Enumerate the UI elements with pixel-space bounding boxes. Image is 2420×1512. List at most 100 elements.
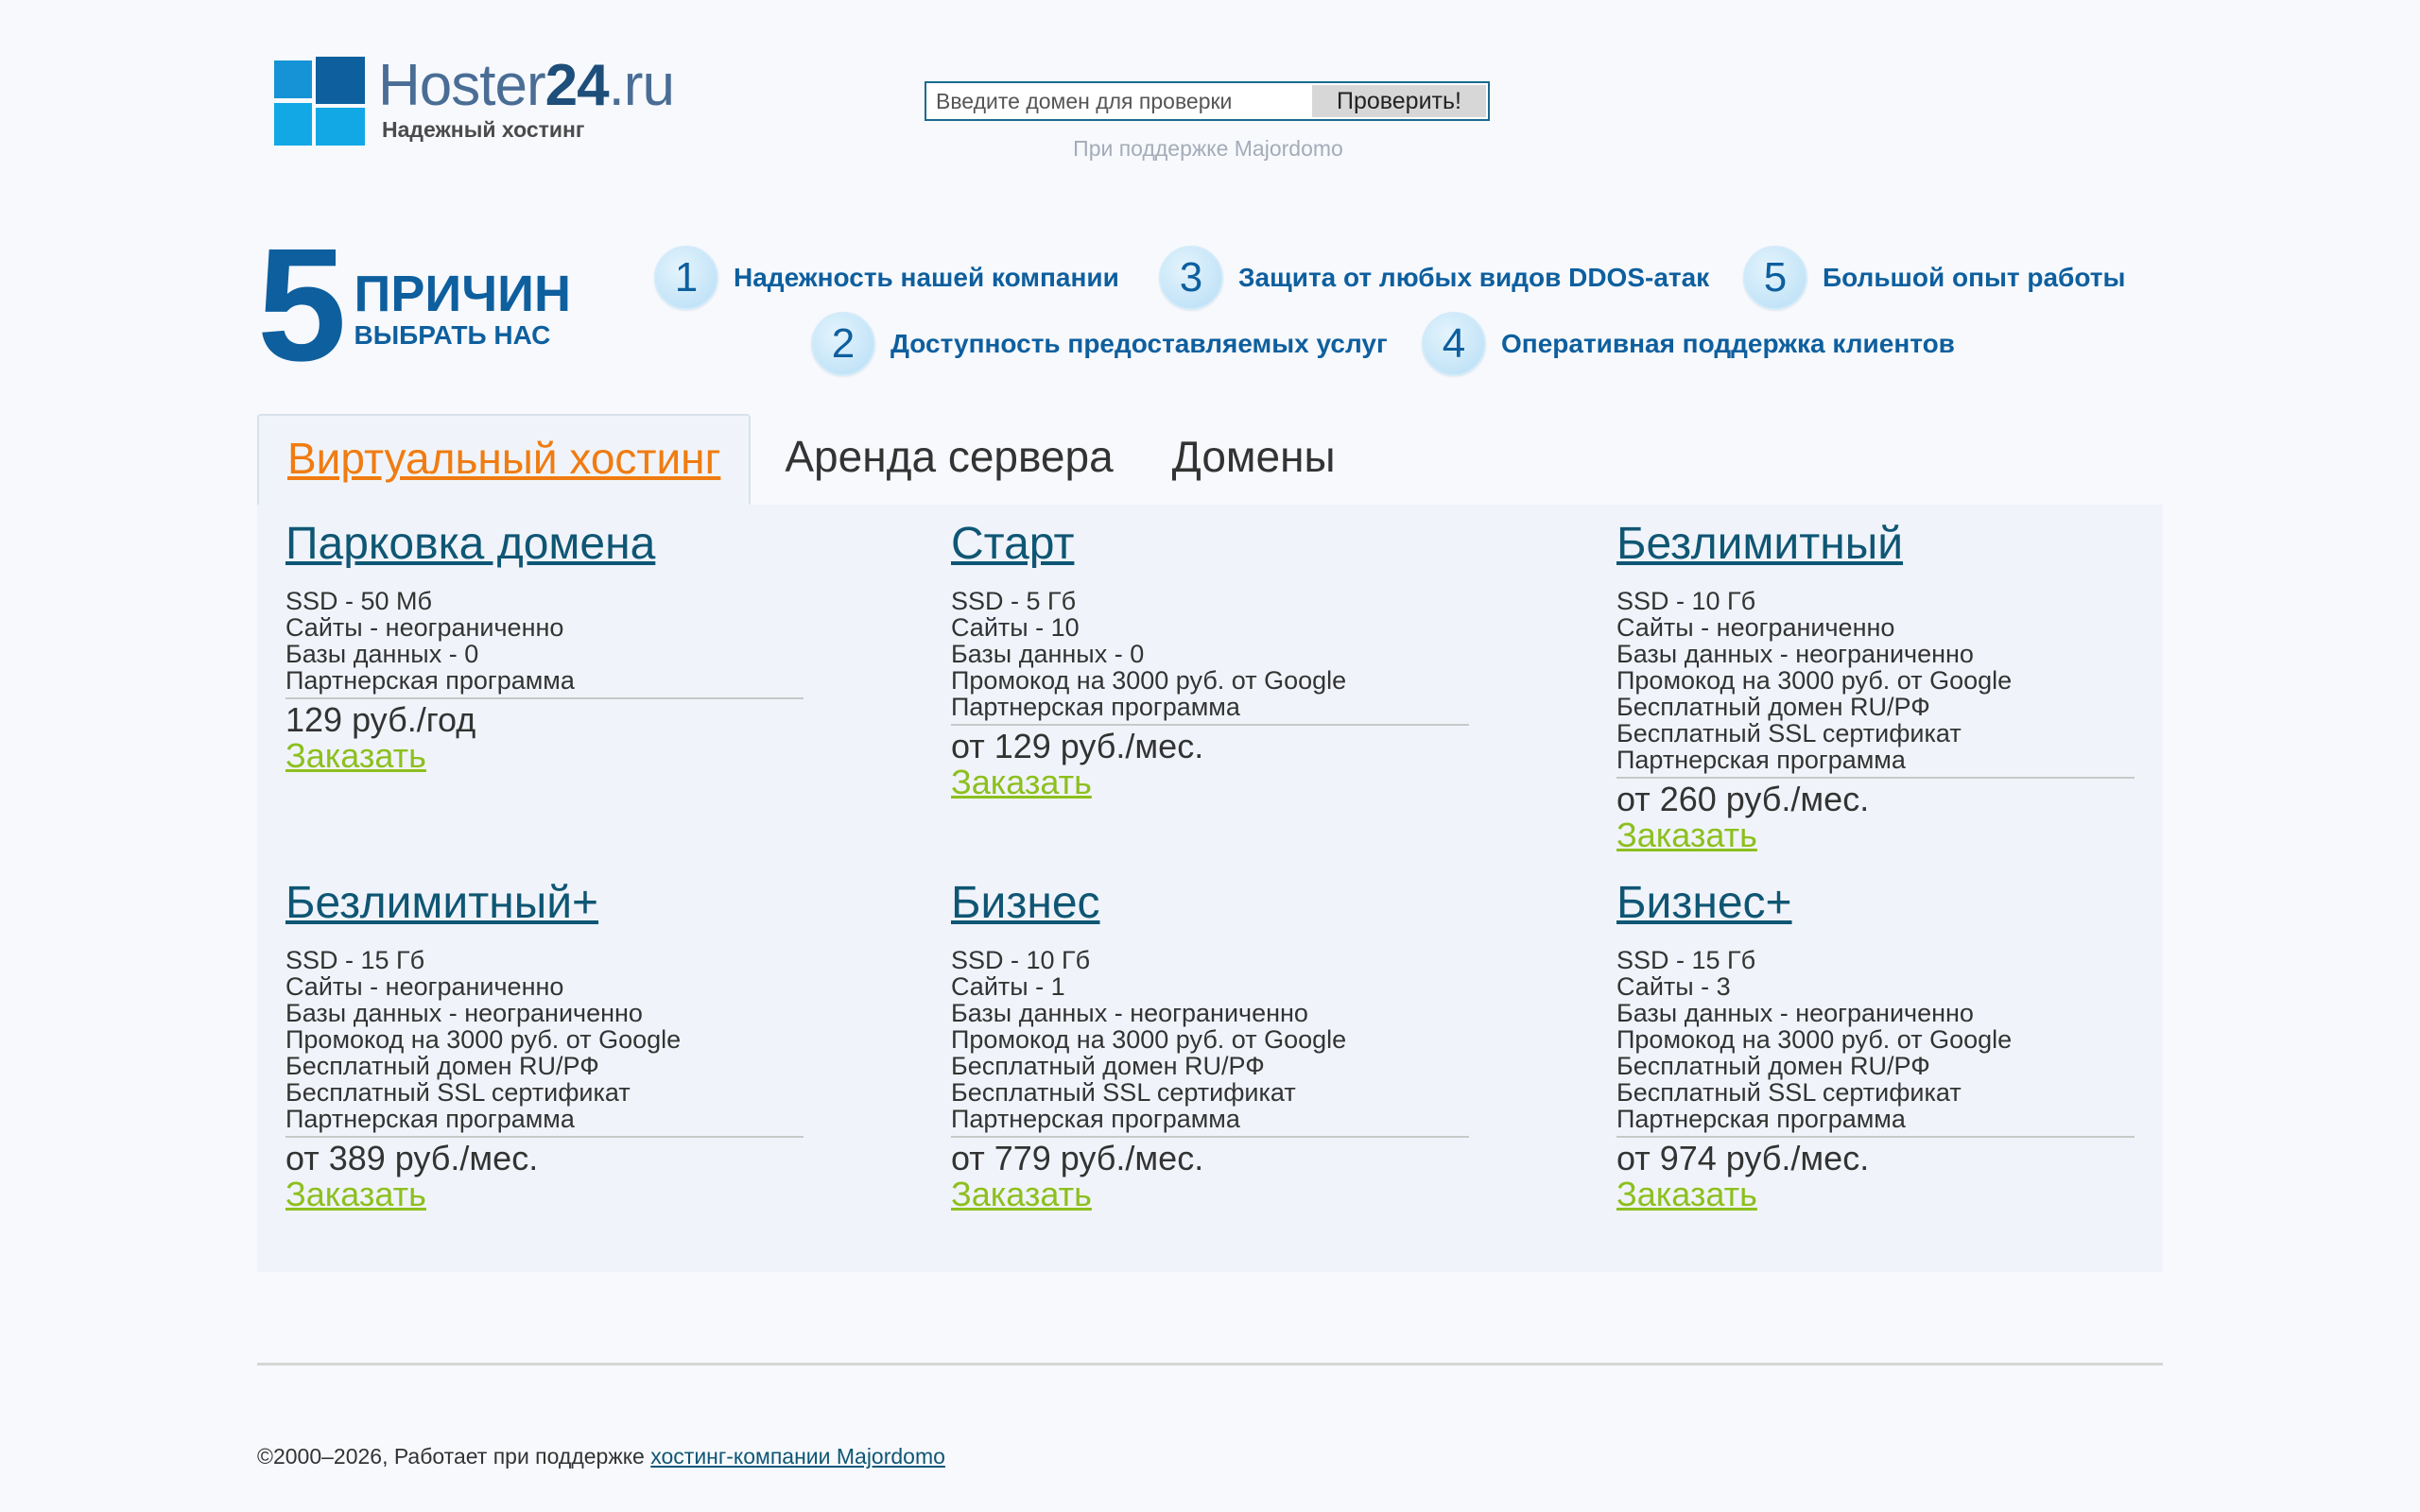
plan-feature: Сайты - 1 (951, 972, 1065, 1001)
plans-panel: Парковка домена SSD - 50 Мб Сайты - неог… (257, 505, 2163, 1272)
plan-feature: Партнерская программа (951, 1105, 1240, 1133)
divider (285, 1136, 804, 1138)
tab-server-rent[interactable]: Аренда сервера (751, 414, 1143, 507)
plan-feature: Базы данных - неограниченно (285, 999, 643, 1027)
number-1-icon: 1 (654, 246, 718, 310)
order-link[interactable]: Заказать (951, 1177, 1092, 1211)
plan-title-link[interactable]: Парковка домена (285, 522, 804, 567)
divider (1616, 777, 2135, 779)
plan-feature: Партнерская программа (1616, 746, 1906, 774)
plan-title-link[interactable]: Бизнес+ (1616, 881, 2135, 926)
plan-feature: SSD - 10 Гб (951, 946, 1091, 974)
domain-search-form: Проверить! (925, 81, 1490, 121)
divider (1616, 1136, 2135, 1138)
plan-feature: Сайты - неограниченно (285, 972, 564, 1001)
plan-card: Безлимитный SSD - 10 Гб Сайты - неограни… (1616, 522, 2135, 852)
plan-price: от 779 руб./мес. (951, 1139, 1204, 1177)
reason-text: Защита от любых видов DDOS-атак (1238, 263, 1710, 292)
plan-feature: Сайты - неограниченно (285, 613, 564, 642)
reasons-big-number: 5 (257, 215, 347, 395)
plan-card: Бизнес SSD - 10 Гб Сайты - 1 Базы данных… (951, 881, 1469, 1211)
plan-feature: Бесплатный SSL сертификат (1616, 1078, 1962, 1107)
divider (951, 724, 1469, 726)
number-4-icon: 4 (1422, 312, 1486, 376)
order-link[interactable]: Заказать (951, 765, 1092, 799)
reason-text: Надежность нашей компании (734, 263, 1119, 292)
plan-price: от 974 руб./мес. (1616, 1139, 1870, 1177)
logo-squares-icon (274, 57, 365, 147)
divider (951, 1136, 1469, 1138)
reason-item-3: 3 Защита от любых видов DDOS-атак (1159, 246, 1709, 310)
plan-price: 129 руб./год (285, 700, 476, 739)
support-note: При поддержке Majordomo (1073, 136, 1343, 161)
order-link[interactable]: Заказать (1616, 818, 1757, 852)
number-2-icon: 2 (811, 312, 875, 376)
plan-feature: Партнерская программа (285, 666, 575, 695)
plan-title-link[interactable]: Старт (951, 522, 1469, 567)
plan-title-link[interactable]: Безлимитный (1616, 522, 2135, 567)
plan-feature: Сайты - 10 (951, 613, 1080, 642)
service-tabs: Виртуальный хостинг Аренда сервера Домен… (257, 414, 1364, 507)
plan-card: Безлимитный+ SSD - 15 Гб Сайты - неогран… (285, 881, 804, 1211)
plan-feature: Сайты - 3 (1616, 972, 1731, 1001)
plan-title-link[interactable]: Безлимитный+ (285, 881, 804, 926)
plan-feature: Базы данных - 0 (951, 640, 1145, 668)
number-5-icon: 5 (1743, 246, 1807, 310)
reason-text: Оперативная поддержка клиентов (1501, 329, 1955, 358)
site-logo[interactable]: Hoster24.ru Надежный хостинг (274, 57, 675, 147)
tab-virtual-hosting[interactable]: Виртуальный хостинг (257, 414, 752, 507)
reason-text: Большой опыт работы (1823, 263, 2126, 292)
plan-feature: Партнерская программа (951, 693, 1240, 721)
reasons-badge: 5 ПРИЧИН ВЫБРАТЬ НАС (257, 215, 571, 395)
plan-feature: Базы данных - неограниченно (1616, 999, 1974, 1027)
plan-feature: Бесплатный домен RU/РФ (951, 1052, 1265, 1080)
plan-feature: Промокод на 3000 руб. от Google (1616, 666, 2013, 695)
plan-feature: Сайты - неограниченно (1616, 613, 1895, 642)
plan-feature: Партнерская программа (1616, 1105, 1906, 1133)
plan-features: SSD - 10 Гб Сайты - 1 Базы данных - неог… (951, 947, 1469, 1132)
divider (285, 697, 804, 699)
reasons-subtitle: ВЫБРАТЬ НАС (354, 319, 551, 350)
footer-divider (257, 1363, 2163, 1366)
plan-feature: Бесплатный SSL сертификат (951, 1078, 1296, 1107)
plan-feature: Бесплатный SSL сертификат (285, 1078, 631, 1107)
plan-feature: Базы данных - неограниченно (951, 999, 1308, 1027)
plan-feature: SSD - 15 Гб (1616, 946, 1756, 974)
reason-text: Доступность предоставляемых услуг (890, 329, 1388, 358)
order-link[interactable]: Заказать (285, 1177, 426, 1211)
check-domain-button[interactable]: Проверить! (1312, 85, 1486, 117)
plan-feature: Бесплатный SSL сертификат (1616, 719, 1962, 747)
reason-item-5: 5 Большой опыт работы (1743, 246, 2125, 310)
plan-feature: Бесплатный домен RU/РФ (1616, 1052, 1930, 1080)
plan-feature: SSD - 10 Гб (1616, 587, 1756, 615)
order-link[interactable]: Заказать (285, 739, 426, 773)
plan-feature: Промокод на 3000 руб. от Google (1616, 1025, 2013, 1054)
plan-title-link[interactable]: Бизнес (951, 881, 1469, 926)
reason-item-1: 1 Надежность нашей компании (654, 246, 1119, 310)
plan-feature: Базы данных - 0 (285, 640, 479, 668)
reason-item-2: 2 Доступность предоставляемых услуг (811, 312, 1388, 376)
number-3-icon: 3 (1159, 246, 1223, 310)
plan-card: Бизнес+ SSD - 15 Гб Сайты - 3 Базы данны… (1616, 881, 2135, 1211)
footer-copyright: ©2000–2026, Работает при поддержке (257, 1444, 651, 1469)
plan-features: SSD - 15 Гб Сайты - 3 Базы данных - неог… (1616, 947, 2135, 1132)
plan-feature: SSD - 15 Гб (285, 946, 425, 974)
reason-item-4: 4 Оперативная поддержка клиентов (1422, 312, 1955, 376)
plan-card: Парковка домена SSD - 50 Мб Сайты - неог… (285, 522, 804, 773)
plan-feature: SSD - 5 Гб (951, 587, 1077, 615)
plan-price: от 129 руб./мес. (951, 727, 1204, 765)
plan-feature: Промокод на 3000 руб. от Google (951, 1025, 1347, 1054)
plan-feature: Промокод на 3000 руб. от Google (951, 666, 1347, 695)
plan-features: SSD - 5 Гб Сайты - 10 Базы данных - 0 Пр… (951, 588, 1469, 720)
plan-feature: Бесплатный домен RU/РФ (1616, 693, 1930, 721)
order-link[interactable]: Заказать (1616, 1177, 1757, 1211)
plan-card: Старт SSD - 5 Гб Сайты - 10 Базы данных … (951, 522, 1469, 799)
tab-domains[interactable]: Домены (1144, 414, 1364, 507)
plan-feature: SSD - 50 Мб (285, 587, 432, 615)
plan-feature: Базы данных - неограниченно (1616, 640, 1974, 668)
domain-search-input[interactable] (926, 83, 1310, 119)
footer-majordomo-link[interactable]: хостинг-компании Majordomo (650, 1444, 945, 1469)
plan-price: от 260 руб./мес. (1616, 780, 1870, 818)
reasons-title: ПРИЧИН (354, 265, 571, 322)
footer: ©2000–2026, Работает при поддержке хости… (257, 1444, 945, 1469)
